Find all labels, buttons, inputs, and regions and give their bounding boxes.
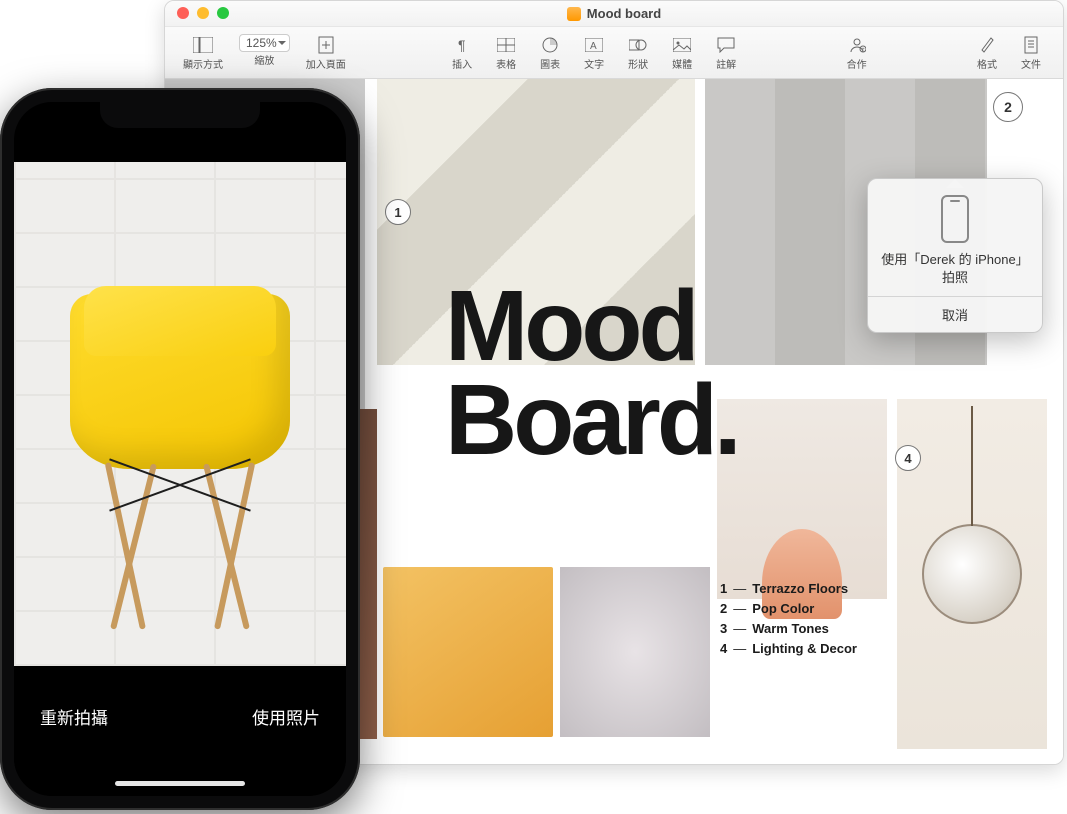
annotation-marker-4[interactable]: 4 [895, 445, 921, 471]
zoom-window-button[interactable] [217, 7, 229, 19]
minimize-window-button[interactable] [197, 7, 209, 19]
legend-item: 3—Warm Tones [720, 619, 857, 639]
comment-button[interactable]: 註解 [706, 34, 746, 71]
table-icon [492, 34, 520, 56]
insert-icon: ¶ [448, 34, 476, 56]
annotation-marker-1[interactable]: 1 [385, 199, 411, 225]
close-window-button[interactable] [177, 7, 189, 19]
table-button[interactable]: 表格 [486, 34, 526, 71]
insert-button[interactable]: ¶ 插入 [442, 34, 482, 71]
image-tile-sofa[interactable] [383, 567, 553, 737]
svg-text:+: + [861, 47, 865, 53]
document-icon [567, 7, 581, 21]
continuity-camera-popover: 使用「Derek 的 iPhone」拍照 取消 [867, 178, 1043, 333]
add-page-icon [312, 34, 340, 56]
camera-bottom-bar: 重新拍攝 使用照片 [14, 666, 346, 796]
svg-text:¶: ¶ [458, 37, 466, 53]
document-title[interactable]: Mood Board. [445, 279, 738, 467]
collaborate-button[interactable]: + 合作 [837, 34, 877, 71]
iphone-outline-icon [941, 195, 969, 243]
mirror-shape [922, 524, 1022, 624]
format-icon [973, 34, 1001, 56]
media-icon [668, 34, 696, 56]
traffic-lights[interactable] [177, 7, 229, 19]
legend-item: 1—Terrazzo Floors [720, 579, 857, 599]
toolbar: 顯示方式 125% 縮放 加入頁面 ¶ 插入 表格 [165, 27, 1063, 79]
iphone-screen: 重新拍攝 使用照片 [14, 102, 346, 796]
shape-icon [624, 34, 652, 56]
iphone-notch [100, 102, 260, 128]
step-badge-2: 2 [993, 92, 1023, 122]
camera-viewfinder[interactable] [14, 162, 346, 666]
popover-message: 使用「Derek 的 iPhone」拍照 [868, 251, 1042, 296]
text-button[interactable]: A 文字 [574, 34, 614, 71]
window-title: Mood board [587, 6, 661, 21]
image-tile-lamp[interactable] [717, 399, 887, 599]
retake-button[interactable]: 重新拍攝 [40, 704, 108, 729]
comment-icon [712, 34, 740, 56]
window-titlebar[interactable]: Mood board [165, 1, 1063, 27]
use-photo-button[interactable]: 使用照片 [252, 704, 320, 729]
add-page-button[interactable]: 加入頁面 [300, 34, 352, 71]
iphone-device: 重新拍攝 使用照片 [0, 88, 360, 810]
image-tile-fur[interactable] [560, 567, 710, 737]
document-panel-icon [1017, 34, 1045, 56]
zoom-value[interactable]: 125% [239, 34, 290, 52]
legend-item: 2—Pop Color [720, 599, 857, 619]
popover-cancel-button[interactable]: 取消 [868, 296, 1042, 332]
format-button[interactable]: 格式 [967, 34, 1007, 71]
text-icon: A [580, 34, 608, 56]
legend-list[interactable]: 1—Terrazzo Floors 2—Pop Color 3—Warm Ton… [720, 579, 857, 660]
media-button[interactable]: 媒體 [662, 34, 702, 71]
chair-photo [70, 294, 290, 614]
home-indicator[interactable] [115, 781, 245, 786]
chart-icon [536, 34, 564, 56]
shape-button[interactable]: 形狀 [618, 34, 658, 71]
svg-text:A: A [590, 41, 597, 52]
document-button[interactable]: 文件 [1011, 34, 1051, 71]
chart-button[interactable]: 圖表 [530, 34, 570, 71]
view-button[interactable]: 顯示方式 [177, 34, 229, 71]
legend-item: 4—Lighting & Decor [720, 639, 857, 659]
zoom-dropdown[interactable]: 125% 縮放 [233, 34, 296, 71]
view-icon [189, 34, 217, 56]
collaborate-icon: + [843, 34, 871, 56]
